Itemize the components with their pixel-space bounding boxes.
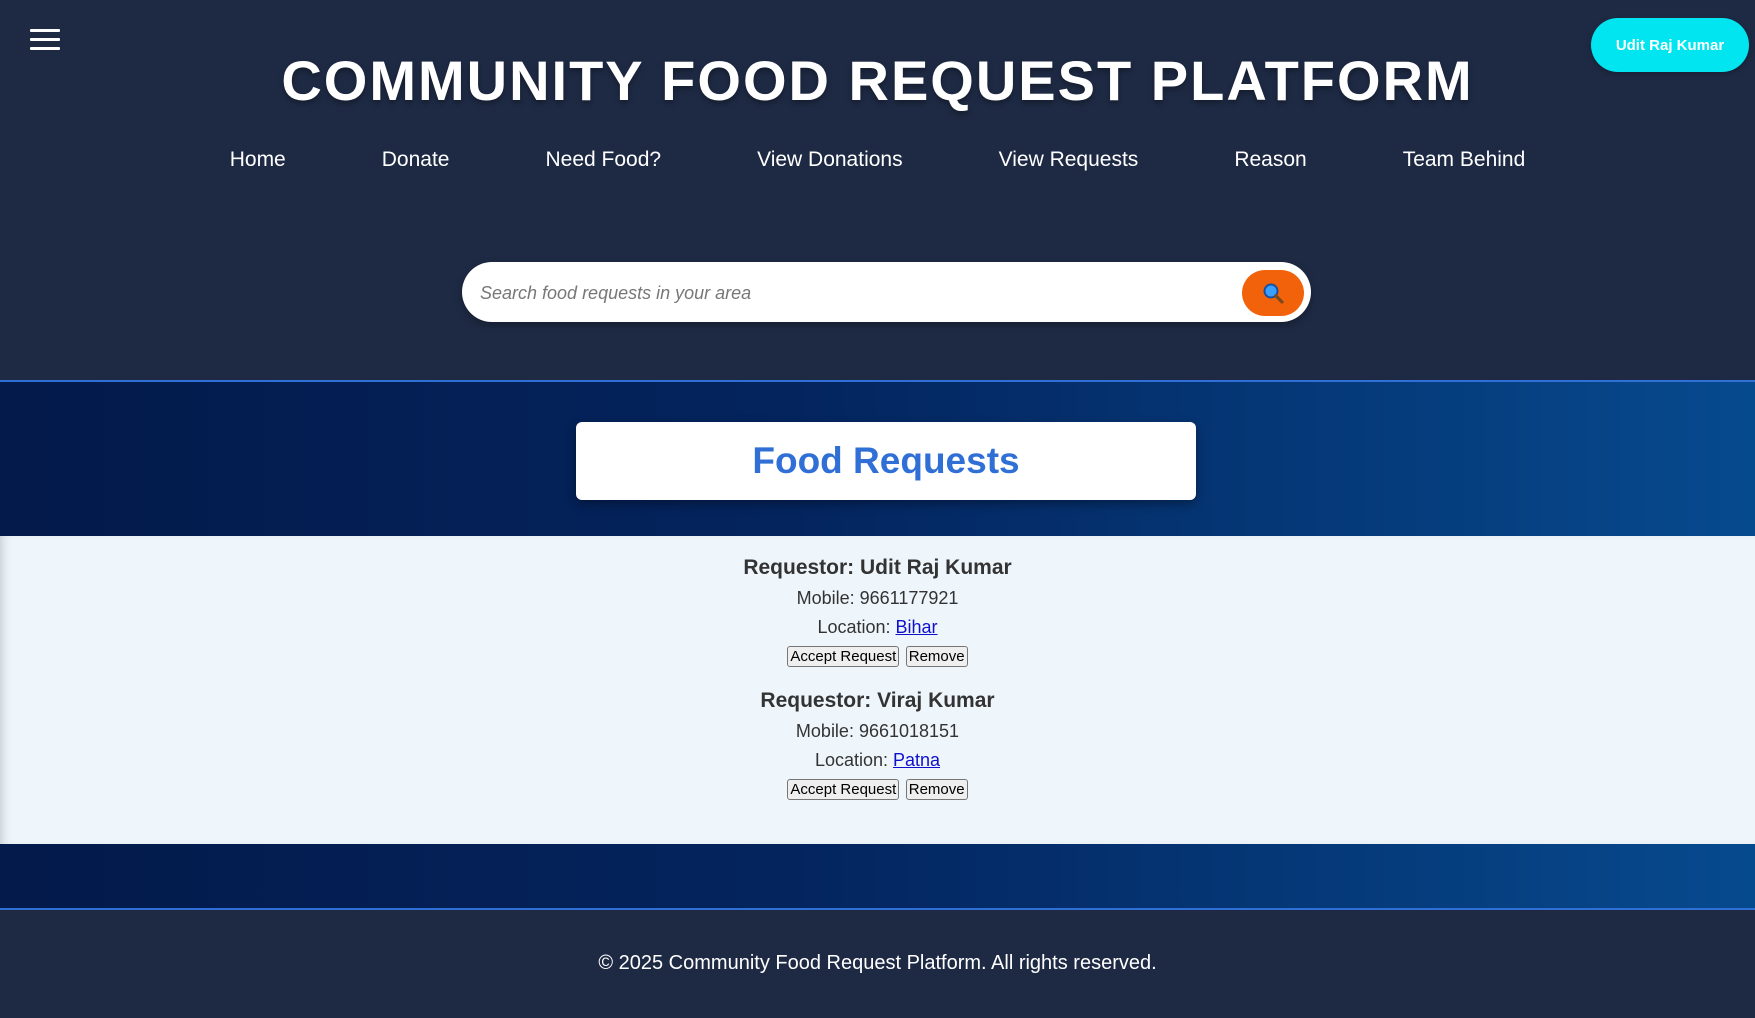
request-item: Requestor: Viraj Kumar Mobile: 966101815… — [0, 689, 1755, 800]
location-link[interactable]: Patna — [893, 750, 940, 770]
nav-view-donations[interactable]: View Donations — [757, 148, 903, 172]
nav-team-behind[interactable]: Team Behind — [1403, 148, 1526, 172]
requestor-name: Requestor: Viraj Kumar — [760, 689, 995, 712]
request-actions: Accept Request Remove — [0, 646, 1755, 667]
header: Udit Raj Kumar COMMUNITY FOOD REQUEST PL… — [0, 0, 1755, 382]
search-input[interactable] — [478, 272, 1222, 314]
search-icon — [1263, 283, 1284, 304]
footer-text: © 2025 Community Food Request Platform. … — [598, 952, 1157, 974]
request-list: Requestor: Udit Raj Kumar Mobile: 966117… — [0, 536, 1755, 844]
section-title: Food Requests — [752, 440, 1020, 481]
search-bar — [462, 262, 1311, 322]
nav-need-food[interactable]: Need Food? — [545, 148, 661, 172]
requestor-mobile: Mobile: 9661018151 — [795, 721, 960, 741]
requestor-mobile: Mobile: 9661177921 — [796, 588, 959, 608]
location-link[interactable]: Bihar — [896, 617, 938, 637]
accept-request-button[interactable]: Accept Request — [787, 779, 900, 800]
remove-button[interactable]: Remove — [905, 779, 968, 800]
banner: Food Requests — [0, 382, 1755, 536]
nav-view-requests[interactable]: View Requests — [999, 148, 1139, 172]
footer: © 2025 Community Food Request Platform. … — [0, 910, 1755, 1018]
requestor-location: Location: Bihar — [0, 617, 1755, 638]
request-actions: Accept Request Remove — [0, 779, 1755, 800]
remove-button[interactable]: Remove — [905, 646, 968, 667]
request-item: Requestor: Udit Raj Kumar Mobile: 966117… — [0, 556, 1755, 667]
nav-reason[interactable]: Reason — [1234, 148, 1306, 172]
search-button[interactable] — [1242, 270, 1304, 316]
nav-donate[interactable]: Donate — [382, 148, 450, 172]
location-label: Location: — [817, 617, 891, 637]
bottom-band — [0, 844, 1755, 910]
nav-home[interactable]: Home — [230, 148, 286, 172]
main-nav: Home Donate Need Food? View Donations Vi… — [0, 148, 1755, 172]
location-label: Location: — [814, 750, 888, 770]
requestor-location: Location: Patna — [0, 750, 1755, 771]
requestor-name: Requestor: Udit Raj Kumar — [743, 556, 1012, 579]
accept-request-button[interactable]: Accept Request — [787, 646, 900, 667]
page-title: COMMUNITY FOOD REQUEST PLATFORM — [281, 49, 1474, 112]
banner-card: Food Requests — [576, 422, 1196, 500]
